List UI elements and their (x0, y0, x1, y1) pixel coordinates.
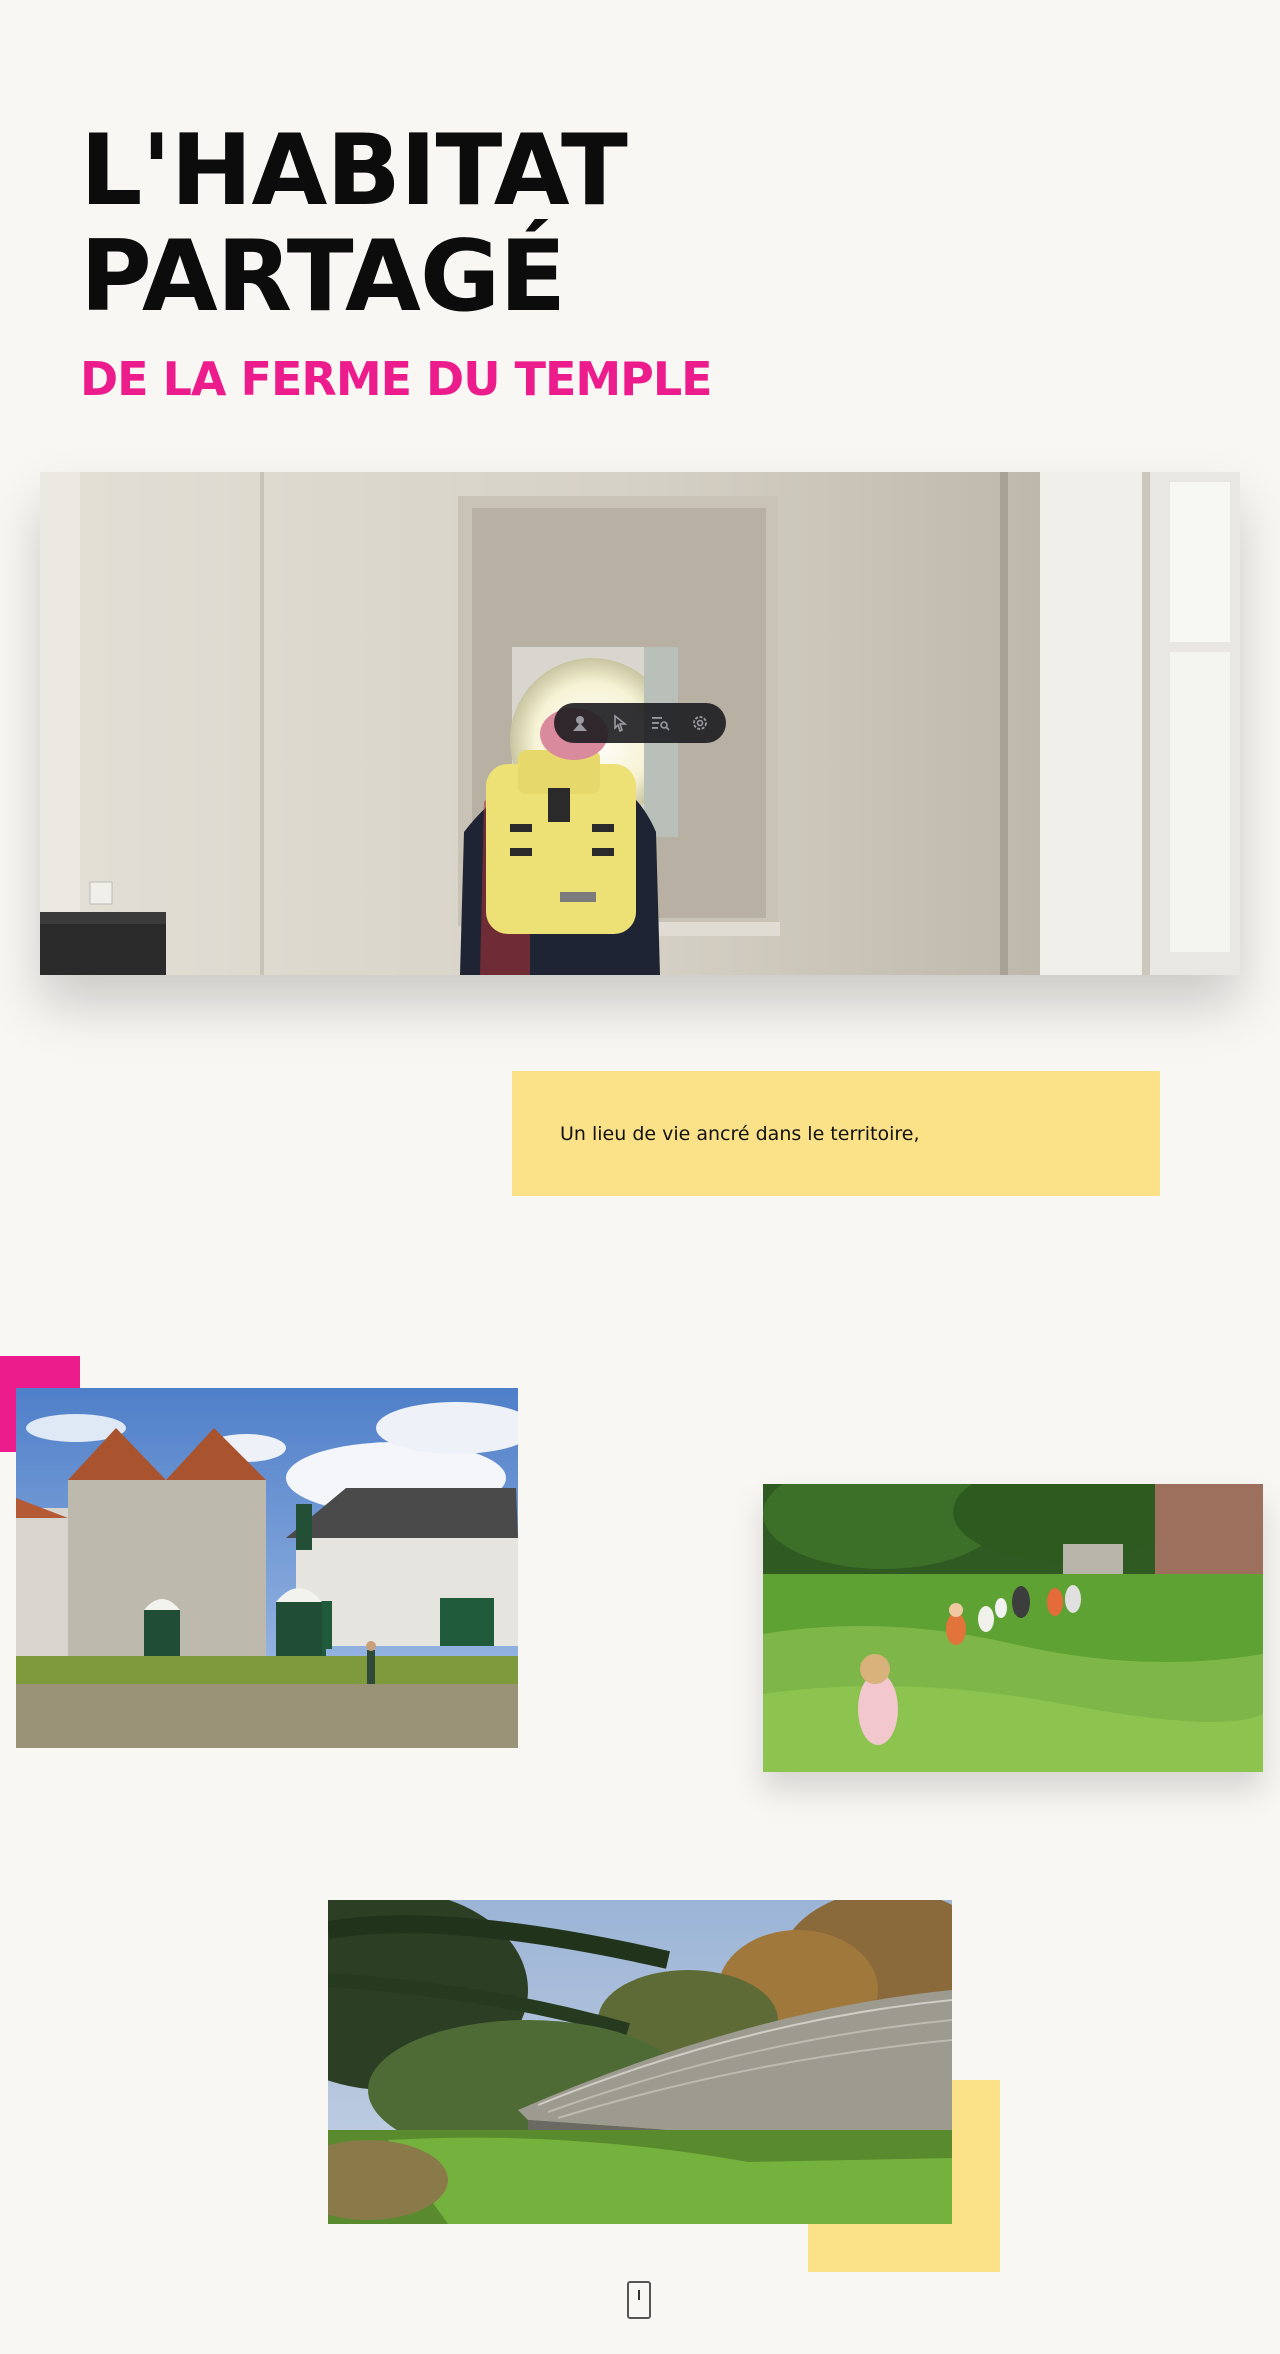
meadow-children-photo (763, 1484, 1263, 1772)
scroll-indicator[interactable] (627, 2281, 651, 2319)
title-line-2: PARTAGÉ (80, 220, 566, 334)
farm-building-photo (16, 1388, 518, 1748)
list-search-icon[interactable] (646, 709, 674, 737)
intro-text: Un lieu de vie ancré dans le territoire, (560, 1122, 920, 1145)
greenhouse-photo (328, 1900, 952, 2224)
user-icon[interactable] (566, 709, 594, 737)
page-title: L'HABITAT PARTAGÉ (80, 114, 628, 334)
pointer-icon[interactable] (606, 709, 634, 737)
page-subtitle: DE LA FERME DU TEMPLE (80, 352, 713, 406)
intro-callout: Un lieu de vie ancré dans le territoire, (512, 1071, 1160, 1196)
settings-icon[interactable] (686, 709, 714, 737)
floating-toolbar (554, 703, 726, 743)
title-line-1: L'HABITAT (80, 114, 628, 228)
